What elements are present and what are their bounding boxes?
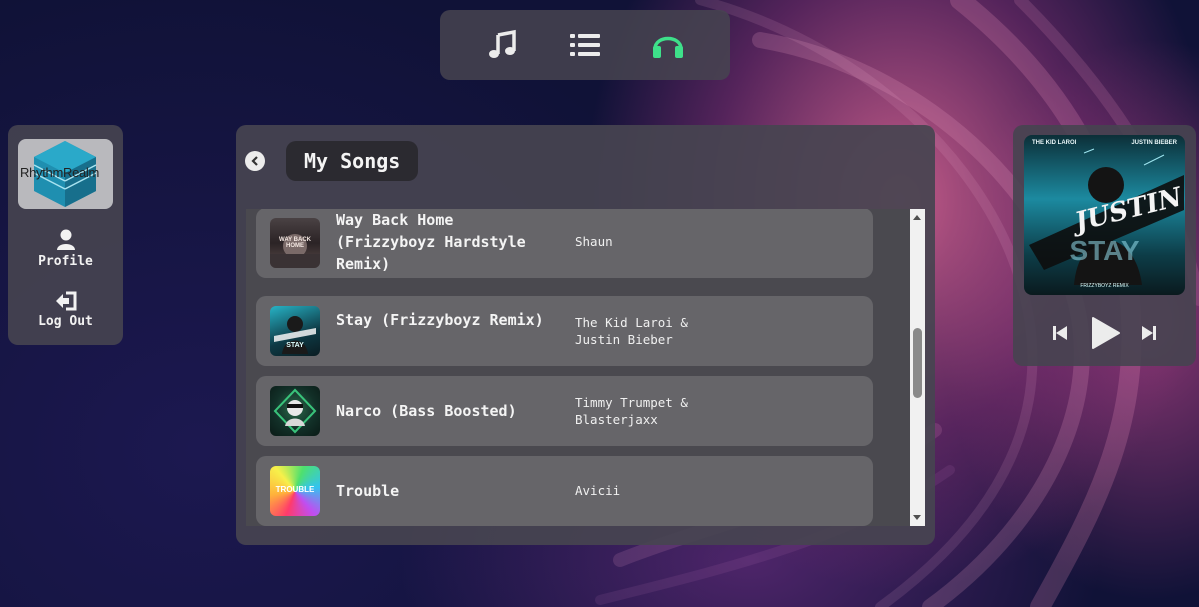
logo-text: RhythmRealm [20,165,100,180]
play-icon[interactable] [1089,316,1121,350]
nav-headphones-button[interactable] [643,20,693,70]
song-artist: Avicii [575,483,621,498]
now-playing-player: THE KID LAROI JUSTIN BIEBER JUSTIN STAY … [1013,125,1196,366]
scrollbar[interactable] [910,209,925,526]
user-icon [56,229,75,250]
next-icon[interactable] [1140,324,1158,342]
scrollbar-thumb[interactable] [913,328,922,398]
nav-music-button[interactable] [477,20,527,70]
song-title: Stay (Frizzyboyz Remix) [336,311,544,329]
top-nav [440,10,730,80]
song-artwork: WAY BACK HOME [270,218,320,268]
song-artwork: STAY [270,306,320,356]
previous-icon[interactable] [1051,324,1069,342]
song-list[interactable]: WAY BACK HOME Way Back Home (Frizzyboyz … [246,209,925,526]
song-row[interactable]: TROUBLE Trouble Avicii [256,456,873,526]
chevron-left-icon [251,156,258,166]
song-artist: The Kid Laroi & Justin Bieber [575,315,688,347]
back-button[interactable] [245,151,265,171]
sidebar: RhythmRealm Profile Log Out [8,125,123,345]
logout-icon [55,291,76,311]
song-row[interactable]: Narco (Bass Boosted) Timmy Trumpet & Bla… [256,376,873,446]
songs-panel: My Songs WAY BACK HOME Way Back Home (Fr… [236,125,935,545]
song-row[interactable]: STAY Stay (Frizzyboyz Remix) The Kid Lar… [256,296,873,366]
song-artwork [270,386,320,436]
album-cover: THE KID LAROI JUSTIN BIEBER JUSTIN STAY … [1024,135,1185,295]
app-logo[interactable]: RhythmRealm [18,139,113,209]
song-row[interactable]: WAY BACK HOME Way Back Home (Frizzyboyz … [256,209,873,278]
song-artwork: TROUBLE [270,466,320,516]
song-title: Trouble [336,482,400,500]
song-artist: Shaun [575,234,613,249]
profile-label: Profile [38,254,93,269]
song-title: Narco (Bass Boosted) [336,402,517,420]
page-title: My Songs [286,141,419,181]
scroll-down-arrow-icon[interactable] [913,515,921,520]
profile-button[interactable]: Profile [8,229,123,269]
narco-artwork [273,388,317,434]
music-note-icon [488,29,516,58]
nav-list-button[interactable] [560,20,610,70]
logout-label: Log Out [38,314,93,329]
scroll-up-arrow-icon[interactable] [913,215,921,220]
song-title: Way Back Home (Frizzyboyz Hardstyle Remi… [336,211,526,273]
headphones-icon [653,36,684,58]
list-icon [569,34,600,56]
logout-button[interactable]: Log Out [8,291,123,329]
song-artist: Timmy Trumpet & Blasterjaxx [575,395,688,427]
